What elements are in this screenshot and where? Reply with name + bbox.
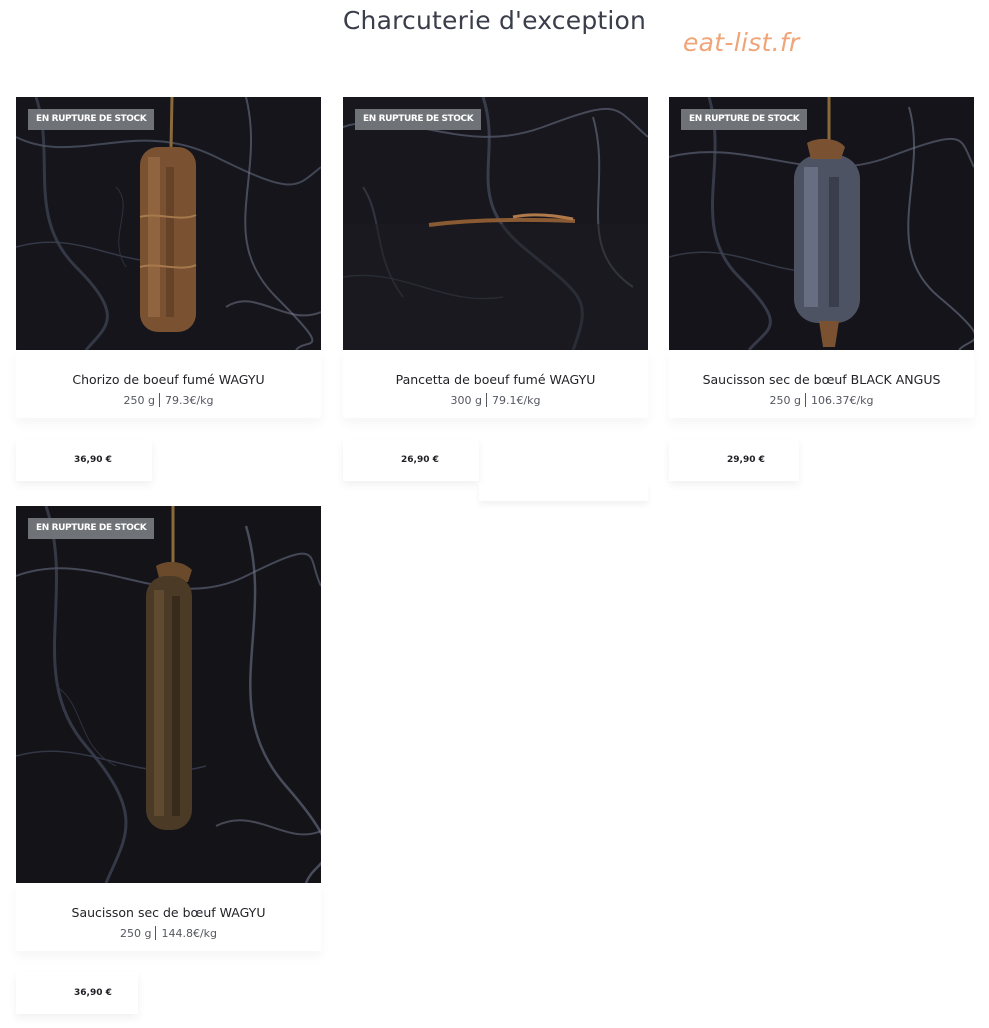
product-name[interactable]: Pancetta de boeuf fumé WAGYU: [343, 372, 648, 387]
product-meta: 250 g 144.8€/kg: [16, 926, 321, 940]
product-price-per-kg: 144.8€/kg: [161, 927, 218, 940]
product-name[interactable]: Saucisson sec de bœuf WAGYU: [16, 905, 321, 920]
meta-divider: [485, 393, 487, 407]
product-info[interactable]: Saucisson sec de bœuf BLACK ANGUS 250 g 1…: [669, 350, 974, 418]
out-of-stock-badge: EN RUPTURE DE STOCK: [28, 518, 155, 539]
out-of-stock-badge: EN RUPTURE DE STOCK: [355, 109, 482, 130]
product-image[interactable]: EN RUPTURE DE STOCK: [343, 97, 648, 350]
product-weight: 250 g: [119, 927, 152, 940]
product-image[interactable]: EN RUPTURE DE STOCK: [16, 506, 321, 883]
price-box-extension: [479, 483, 648, 501]
product-card-pancetta-wagyu[interactable]: EN RUPTURE DE STOCK Pancetta de boeuf fu…: [343, 97, 648, 501]
product-price: 36,90 €: [74, 455, 112, 465]
product-name[interactable]: Chorizo de boeuf fumé WAGYU: [16, 372, 321, 387]
product-name[interactable]: Saucisson sec de bœuf BLACK ANGUS: [669, 372, 974, 387]
out-of-stock-badge: EN RUPTURE DE STOCK: [28, 109, 155, 130]
product-price: 29,90 €: [727, 455, 765, 465]
product-info[interactable]: Chorizo de boeuf fumé WAGYU 250 g 79.3€/k…: [16, 350, 321, 418]
out-of-stock-badge: EN RUPTURE DE STOCK: [681, 109, 808, 130]
product-meta: 300 g 79.1€/kg: [343, 393, 648, 407]
product-photo: [16, 506, 321, 883]
product-meta: 250 g 79.3€/kg: [16, 393, 321, 407]
page-title: Charcuterie d'exception: [342, 6, 647, 35]
price-box: 29,90 €: [669, 439, 799, 481]
product-card-chorizo-wagyu[interactable]: EN RUPTURE DE STOCK Chorizo de boeuf fum…: [16, 97, 321, 487]
product-weight: 300 g: [450, 394, 482, 407]
product-price-per-kg: 79.3€/kg: [164, 394, 214, 407]
product-card-saucisson-wagyu[interactable]: EN RUPTURE DE STOCK Saucisson sec de bœu…: [16, 506, 321, 1018]
product-price: 26,90 €: [401, 455, 439, 465]
price-box: 36,90 €: [16, 439, 152, 481]
product-price: 36,90 €: [74, 988, 112, 998]
meta-divider: [158, 393, 160, 407]
product-photo: [16, 97, 321, 350]
product-image[interactable]: EN RUPTURE DE STOCK: [669, 97, 974, 350]
meta-divider: [804, 393, 806, 407]
product-price-per-kg: 106.37€/kg: [810, 394, 874, 407]
watermark: eat-list.fr: [683, 28, 800, 57]
product-weight: 250 g: [123, 394, 155, 407]
product-card-saucisson-black-angus[interactable]: EN RUPTURE DE STOCK Saucisson sec de bœu…: [669, 97, 974, 487]
product-weight: 250 g: [769, 394, 801, 407]
product-image[interactable]: EN RUPTURE DE STOCK: [16, 97, 321, 350]
price-box: 26,90 €: [343, 439, 479, 481]
product-info[interactable]: Saucisson sec de bœuf WAGYU 250 g 144.8€/…: [16, 883, 321, 951]
product-meta: 250 g 106.37€/kg: [669, 393, 974, 407]
price-box: 36,90 €: [16, 972, 138, 1014]
product-price-per-kg: 79.1€/kg: [491, 394, 541, 407]
product-photo: [343, 97, 648, 350]
meta-divider: [155, 926, 157, 940]
product-info[interactable]: Pancetta de boeuf fumé WAGYU 300 g 79.1€/…: [343, 350, 648, 418]
product-photo: [669, 97, 974, 350]
